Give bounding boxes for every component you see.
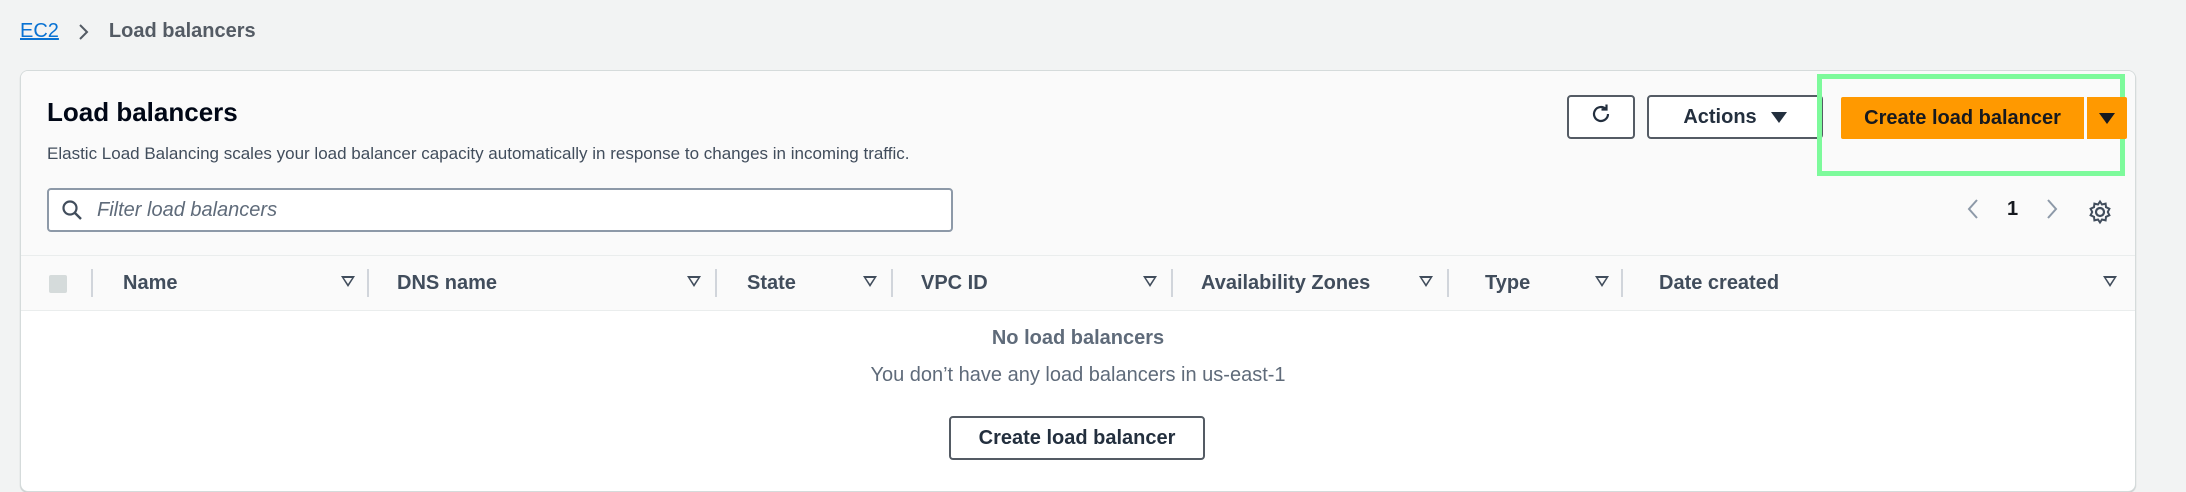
page-title: Load balancers	[47, 97, 238, 127]
empty-state-create-label: Create load balancer	[978, 426, 1176, 449]
breadcrumb: EC2 Load balancers	[20, 20, 256, 43]
column-divider[interactable]	[715, 269, 717, 297]
pagination: 1	[1965, 197, 2060, 221]
column-header-date-created[interactable]: Date created	[1659, 256, 1779, 310]
column-header-vpc-id[interactable]: VPC ID	[921, 256, 988, 310]
column-header-name[interactable]: Name	[123, 256, 177, 310]
filter-search-input[interactable]	[95, 197, 919, 223]
gear-icon[interactable]	[2087, 199, 2113, 225]
caret-down-icon	[1770, 111, 1787, 123]
breadcrumb-link-ec2[interactable]: EC2	[20, 20, 59, 43]
sort-icon[interactable]	[2103, 276, 2117, 287]
create-load-balancer-label: Create load balancer	[1864, 106, 2061, 129]
previous-page-icon[interactable]	[1965, 197, 1981, 221]
actions-label: Actions	[1683, 105, 1757, 128]
empty-state-title: No load balancers	[991, 327, 1165, 349]
filter-search-field[interactable]	[47, 188, 953, 232]
page-description: Elastic Load Balancing scales your load …	[47, 144, 910, 163]
refresh-button[interactable]	[1567, 95, 1635, 139]
column-divider	[91, 269, 93, 297]
create-options-dropdown-button[interactable]	[2087, 97, 2127, 139]
empty-state-create-button[interactable]: Create load balancer	[949, 416, 1205, 460]
next-page-icon[interactable]	[2044, 197, 2060, 221]
load-balancers-panel: Load balancers Elastic Load Balancing sc…	[20, 70, 2136, 492]
column-header-availability-zones[interactable]: Availability Zones	[1201, 256, 1370, 310]
table-header: Name DNS name State VPC ID Availability …	[21, 256, 2135, 311]
caret-down-icon	[2099, 112, 2115, 124]
search-icon	[61, 198, 85, 222]
sort-icon[interactable]	[863, 276, 877, 287]
empty-state-message: You don’t have any load balancers in us-…	[870, 364, 1286, 386]
breadcrumb-current: Load balancers	[108, 20, 256, 42]
column-divider[interactable]	[891, 269, 893, 297]
column-header-type[interactable]: Type	[1485, 256, 1530, 310]
column-header-dns-name[interactable]: DNS name	[397, 256, 497, 310]
sort-icon[interactable]	[1419, 276, 1433, 287]
empty-state: No load balancers You don’t have any loa…	[21, 327, 2135, 387]
column-divider[interactable]	[367, 269, 369, 297]
column-divider[interactable]	[1447, 269, 1449, 297]
sort-icon[interactable]	[687, 276, 701, 287]
refresh-icon	[1589, 102, 1613, 132]
chevron-right-icon	[75, 23, 93, 41]
column-header-state[interactable]: State	[747, 256, 796, 310]
column-divider[interactable]	[1171, 269, 1173, 297]
sort-icon[interactable]	[1595, 276, 1609, 287]
column-divider[interactable]	[1621, 269, 1623, 297]
sort-icon[interactable]	[341, 276, 355, 287]
sort-icon[interactable]	[1143, 276, 1157, 287]
current-page-number[interactable]: 1	[2007, 198, 2018, 221]
actions-dropdown-button[interactable]: Actions	[1647, 95, 1823, 139]
create-load-balancer-button[interactable]: Create load balancer	[1841, 97, 2084, 139]
select-all-checkbox[interactable]	[49, 275, 67, 293]
